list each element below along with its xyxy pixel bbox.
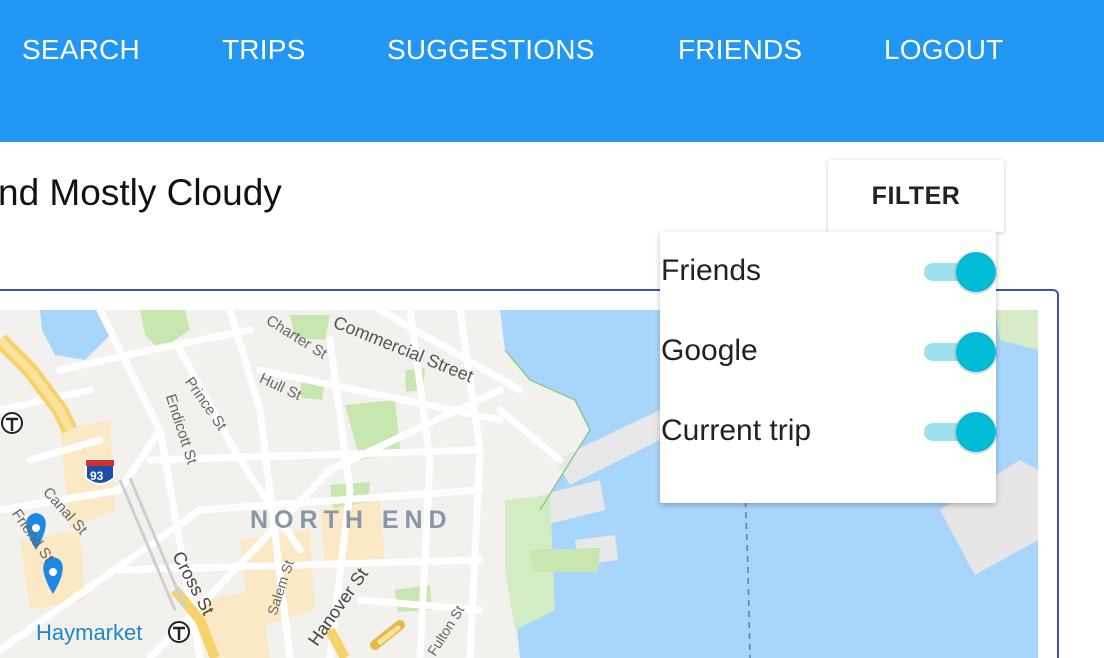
- filter-option-label: Google: [661, 334, 758, 367]
- toggle-knob: [956, 412, 996, 452]
- map-label-north-end: NORTH END: [250, 506, 453, 534]
- nav-logout-link[interactable]: LOGOUT: [884, 34, 1003, 66]
- toggle-knob: [956, 252, 996, 292]
- nav-suggestions-link[interactable]: SUGGESTIONS: [387, 34, 595, 66]
- nav-search-link[interactable]: SEARCH: [22, 34, 140, 66]
- friends-toggle[interactable]: [924, 252, 996, 292]
- google-toggle[interactable]: [924, 332, 996, 372]
- filter-option-label: Current trip: [661, 414, 812, 447]
- map-label-haymarket: Haymarket: [36, 620, 143, 645]
- current-trip-toggle[interactable]: [924, 412, 996, 452]
- filter-option-google: Google: [660, 328, 996, 372]
- filter-button[interactable]: FILTER: [828, 160, 1004, 232]
- filter-option-friends: Friends: [660, 248, 996, 292]
- filter-option-label: Friends: [661, 254, 762, 287]
- weather-summary: nd Mostly Cloudy: [0, 172, 282, 213]
- filter-option-current-trip: Current trip: [660, 408, 996, 452]
- nav-friends-link[interactable]: FRIENDS: [678, 34, 802, 66]
- filter-dropdown: Friends Google Current trip: [660, 232, 996, 503]
- toggle-knob: [956, 332, 996, 372]
- top-nav-bar: SEARCH TRIPS SUGGESTIONS FRIENDS LOGOUT: [0, 0, 1104, 142]
- interstate-shield-label: 93: [90, 469, 104, 483]
- nav-trips-link[interactable]: TRIPS: [222, 34, 305, 66]
